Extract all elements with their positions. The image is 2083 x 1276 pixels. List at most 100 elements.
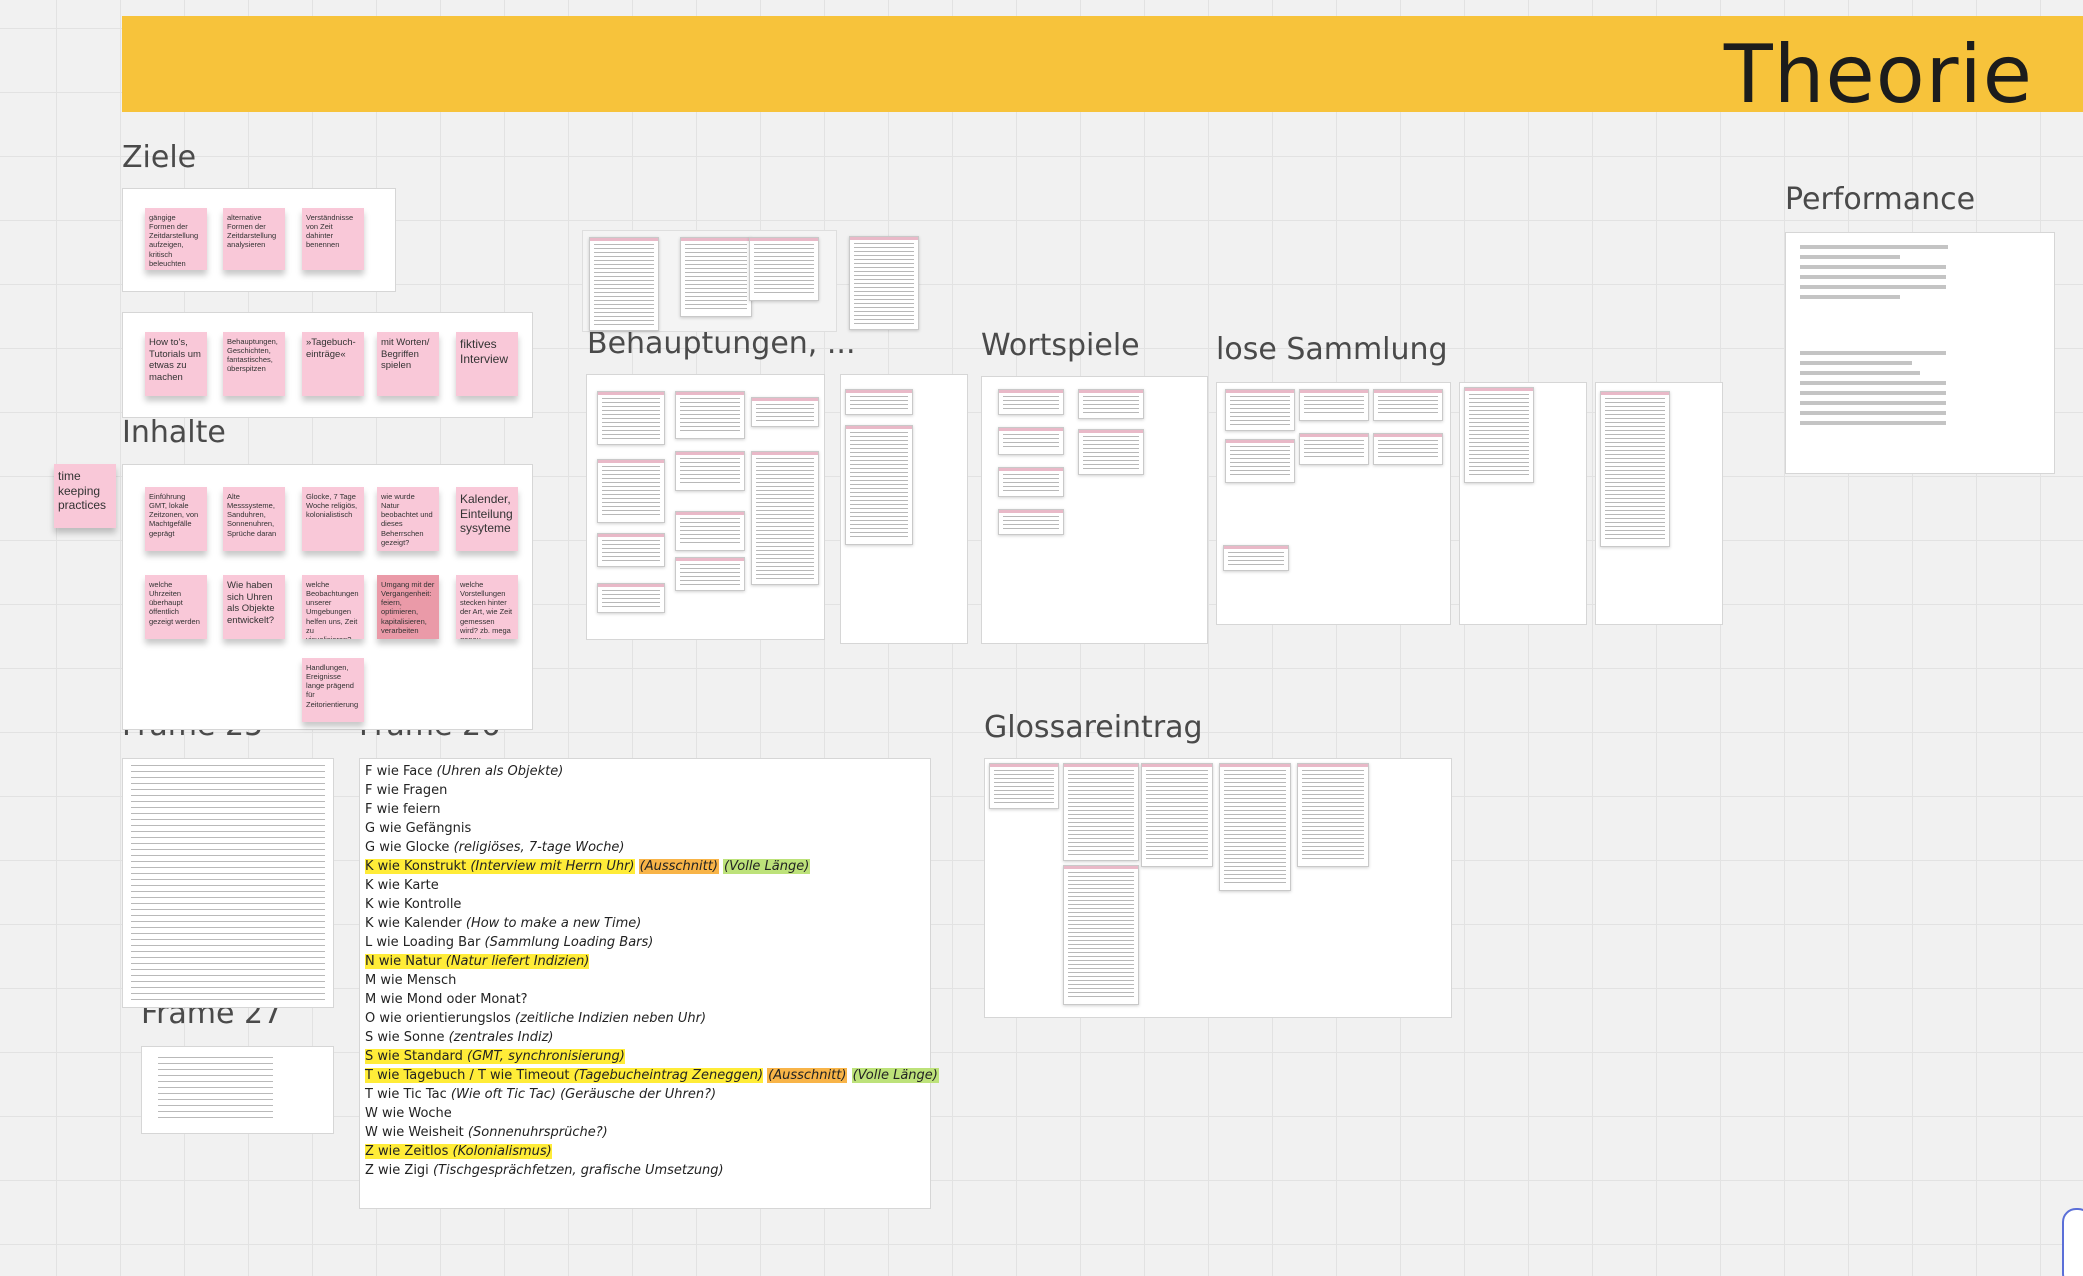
glossary-entry[interactable]: Z wie Zigi (Tischgesprächfetzen, grafisc… [365,1161,939,1180]
doc-thumbnail[interactable] [849,236,919,330]
glossareintrag-frame[interactable] [984,758,1452,1018]
tag-ausschnitt[interactable]: (Ausschnitt) [638,859,719,874]
doc-thumbnail[interactable] [998,427,1064,455]
glossary-entry[interactable]: S wie Standard (GMT, synchronisierung) [365,1047,939,1066]
doc-thumbnail[interactable] [1078,389,1144,419]
doc-thumbnail[interactable] [1299,433,1369,465]
doc-thumbnail[interactable] [675,557,745,591]
glossary-entry[interactable]: M wie Mond oder Monat? [365,990,939,1009]
glossary-entry[interactable]: F wie feiern [365,800,939,819]
doc-thumbnail[interactable] [597,459,665,523]
doc-thumbnail[interactable] [998,389,1064,415]
doc-thumbnail[interactable] [1078,429,1144,475]
doc-thumbnail[interactable] [751,397,819,427]
lose-sammlung-frame-3[interactable] [1595,382,1723,625]
doc-thumbnail[interactable] [597,533,665,567]
doc-thumbnail[interactable] [1600,391,1670,547]
doc-thumbnail[interactable] [1373,433,1443,465]
behauptungen-frame[interactable] [586,374,825,640]
sticky-note[interactable]: Behauptungen, Geschichten, fantastisches… [223,332,285,396]
frame25[interactable] [122,758,334,1008]
doc-thumbnail[interactable] [749,237,819,301]
corner-widget[interactable] [2062,1208,2083,1276]
sticky-note[interactable]: Alte Messsysteme, Sanduhren, Sonnenuhren… [223,487,285,551]
doc-thumbnail[interactable] [845,389,913,415]
glossary-entry[interactable]: W wie Weisheit (Sonnenuhrsprüche?) [365,1123,939,1142]
sticky-note[interactable]: gängige Formen der Zeitdarstellung aufze… [145,208,207,270]
sticky-note-time-keeping[interactable]: time keeping practices [54,464,116,528]
glossary-entry[interactable]: T wie Tic Tac (Wie oft Tic Tac) (Geräusc… [365,1085,939,1104]
sticky-note[interactable]: »Tagebuch-einträge« [302,332,364,396]
sticky-note[interactable]: mit Worten/ Begriffen spielen [377,332,439,396]
sticky-note[interactable]: Wie haben sich Uhren als Objekte entwick… [223,575,285,639]
doc-thumbnail[interactable] [1063,763,1139,861]
glossary-entry[interactable]: F wie Face (Uhren als Objekte) [365,762,939,781]
sticky-note[interactable]: Einführung GMT, lokale Zeitzonen, von Ma… [145,487,207,551]
doc-thumbnail[interactable] [998,509,1064,535]
sticky-note[interactable]: alternative Formen der Zeitdarstellung a… [223,208,285,270]
doc-thumbnail[interactable] [1063,865,1139,1005]
doc-thumbnail[interactable] [675,451,745,491]
doc-thumbnail[interactable] [1464,387,1534,483]
glossary-entry[interactable]: G wie Glocke (religiöses, 7-tage Woche) [365,838,939,857]
doc-thumbnail[interactable] [1373,389,1443,421]
doc-thumbnail[interactable] [675,391,745,439]
doc-thumbnail[interactable] [1223,545,1289,571]
sticky-note[interactable]: wie wurde Natur beobachtet und dieses Be… [377,487,439,551]
sticky-note-dark[interactable]: Umgang mit der Vergangenheit: feiern, op… [377,575,439,639]
doc-thumbnail[interactable] [597,391,665,445]
theorie-banner[interactable]: Theorie [122,16,2083,121]
sticky-note[interactable]: Verständnisse von Zeit dahinter benennen [302,208,364,270]
doc-thumbnail[interactable] [680,237,752,317]
doc-thumbnail[interactable] [1225,389,1295,431]
sticky-note[interactable]: Glocke, 7 Tage Woche religiös, koloniali… [302,487,364,551]
glossary-entry[interactable]: K wie Karte [365,876,939,895]
glossary-entry[interactable]: N wie Natur (Natur liefert Indizien) [365,952,939,971]
glossary-entry[interactable]: O wie orientierungslos (zeitliche Indizi… [365,1009,939,1028]
doc-thumbnail[interactable] [1219,763,1291,891]
doc-thumbnail[interactable] [998,467,1064,497]
glossary-entry[interactable]: K wie Konstrukt (Interview mit Herrn Uhr… [365,857,939,876]
ziele-frame[interactable]: gängige Formen der Zeitdarstellung aufze… [122,188,396,292]
glossary-entry-main: F wie feiern [365,802,441,817]
glossary-entry[interactable]: L wie Loading Bar (Sammlung Loading Bars… [365,933,939,952]
doc-thumbnail[interactable] [1299,389,1369,421]
glossary-entry[interactable]: G wie Gefängnis [365,819,939,838]
tag-volle-laenge[interactable]: (Volle Länge) [723,859,811,874]
glossary-entry[interactable]: F wie Fragen [365,781,939,800]
doc-thumbnail[interactable] [751,451,819,585]
glossary-entry[interactable]: K wie Kontrolle [365,895,939,914]
sticky-note[interactable]: welche Beobachtungen unserer Umgebungen … [302,575,364,639]
sticky-note[interactable]: Kalender, Einteilung sysyteme [456,487,518,551]
lose-sammlung-frame-2[interactable] [1459,382,1587,625]
glossary-entry[interactable]: K wie Kalender (How to make a new Time) [365,914,939,933]
glossary-entry[interactable]: T wie Tagebuch / T wie Timeout (Tagebuch… [365,1066,939,1085]
sticky-note[interactable]: How to's, Tutorials um etwas zu machen [145,332,207,396]
doc-thumbnail[interactable] [845,425,913,545]
doc-thumbnail[interactable] [1297,763,1369,867]
lose-sammlung-frame[interactable] [1216,382,1451,625]
sticky-note[interactable]: welche Vorstellungen stecken hinter der … [456,575,518,639]
wortspiele-frame[interactable] [981,376,1208,644]
sticky-note[interactable]: fiktives Interview [456,332,518,396]
doc-thumbnail[interactable] [1225,439,1295,483]
inhalte-frame[interactable]: Einführung GMT, lokale Zeitzonen, von Ma… [122,464,533,730]
doc-cluster-top[interactable] [582,230,837,332]
doc-thumbnail[interactable] [597,583,665,613]
sticky-note[interactable]: Handlungen, Ereignisse lange prägend für… [302,658,364,722]
doc-thumbnail[interactable] [589,237,659,331]
behauptungen-side-frame[interactable] [840,374,968,644]
doc-thumbnail[interactable] [675,511,745,551]
tag-volle-laenge[interactable]: (Volle Länge) [851,1068,939,1083]
doc-thumbnail[interactable] [989,763,1059,809]
frame27[interactable] [141,1046,334,1134]
glossary-entry[interactable]: Z wie Zeitlos (Kolonialismus) [365,1142,939,1161]
formate-frame[interactable]: How to's, Tutorials um etwas zu machen B… [122,312,533,418]
performance-frame[interactable] [1785,232,2055,474]
tag-ausschnitt[interactable]: (Ausschnitt) [767,1068,848,1083]
glossary-entry[interactable]: S wie Sonne (zentrales Indiz) [365,1028,939,1047]
glossary-entry[interactable]: W wie Woche [365,1104,939,1123]
sticky-note[interactable]: welche Uhrzeiten überhaupt öffentlich ge… [145,575,207,639]
doc-thumbnail[interactable] [1141,763,1213,867]
glossary-entry[interactable]: M wie Mensch [365,971,939,990]
